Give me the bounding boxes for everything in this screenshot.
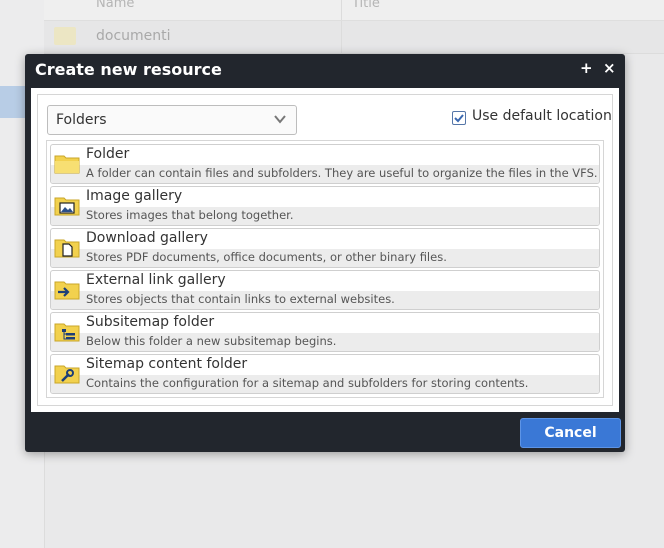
use-default-location-label[interactable]: Use default location	[472, 108, 612, 124]
dialog-content: Folders Use default location Folder A fo…	[31, 88, 619, 412]
create-resource-dialog: Create new resource + × Folders Use defa…	[25, 54, 625, 452]
resource-description: Contains the configuration for a sitemap…	[86, 376, 529, 390]
resource-name: Sitemap content folder	[86, 356, 248, 372]
list-header: Name Title	[44, 0, 664, 21]
list-item[interactable]: Folder A folder can contain files and su…	[50, 144, 600, 184]
dialog-panel: Folders Use default location Folder A fo…	[37, 94, 613, 406]
close-button[interactable]: ×	[603, 59, 616, 77]
use-default-location-checkbox[interactable]	[452, 111, 466, 125]
column-title[interactable]: Title	[352, 0, 380, 11]
resource-description: Stores images that belong together.	[86, 208, 294, 222]
table-row[interactable]: documenti	[44, 21, 664, 54]
download-gallery-icon	[54, 239, 80, 258]
resource-description: Below this folder a new subsitemap begin…	[86, 334, 337, 348]
list-item[interactable]: Image gallery Stores images that belong …	[50, 186, 600, 226]
row-name: documenti	[96, 28, 171, 44]
resource-name: External link gallery	[86, 272, 226, 288]
resource-description: Stores PDF documents, office documents, …	[86, 250, 447, 264]
maximize-button[interactable]: +	[580, 59, 593, 77]
background-selection	[0, 86, 26, 118]
list-item[interactable]: Download gallery Stores PDF documents, o…	[50, 228, 600, 268]
resource-name: Folder	[86, 146, 130, 162]
resource-name: Image gallery	[86, 188, 183, 204]
image-gallery-icon	[54, 197, 80, 216]
document-icon	[54, 27, 76, 45]
resource-type-list: Folder A folder can contain files and su…	[46, 140, 604, 398]
external-link-gallery-icon	[54, 281, 80, 300]
list-item[interactable]: Subsitemap folder Below this folder a ne…	[50, 312, 600, 352]
sitemap-content-folder-icon	[54, 365, 80, 384]
resource-description: Stores objects that contain links to ext…	[86, 292, 395, 306]
folder-icon	[54, 155, 80, 174]
cancel-button[interactable]: Cancel	[520, 418, 621, 448]
checkmark-icon	[454, 114, 464, 123]
resource-description: A folder can contain files and subfolder…	[86, 166, 600, 180]
chevron-down-icon	[274, 115, 286, 124]
dialog-title: Create new resource	[35, 60, 222, 79]
select-value: Folders	[56, 112, 107, 128]
subsitemap-folder-icon	[54, 323, 80, 342]
resource-type-select[interactable]: Folders	[47, 105, 297, 135]
list-item[interactable]: External link gallery Stores objects tha…	[50, 270, 600, 310]
resource-name: Subsitemap folder	[86, 314, 215, 330]
list-item[interactable]: Sitemap content folder Contains the conf…	[50, 354, 600, 394]
column-name[interactable]: Name	[96, 0, 134, 11]
resource-name: Download gallery	[86, 230, 208, 246]
